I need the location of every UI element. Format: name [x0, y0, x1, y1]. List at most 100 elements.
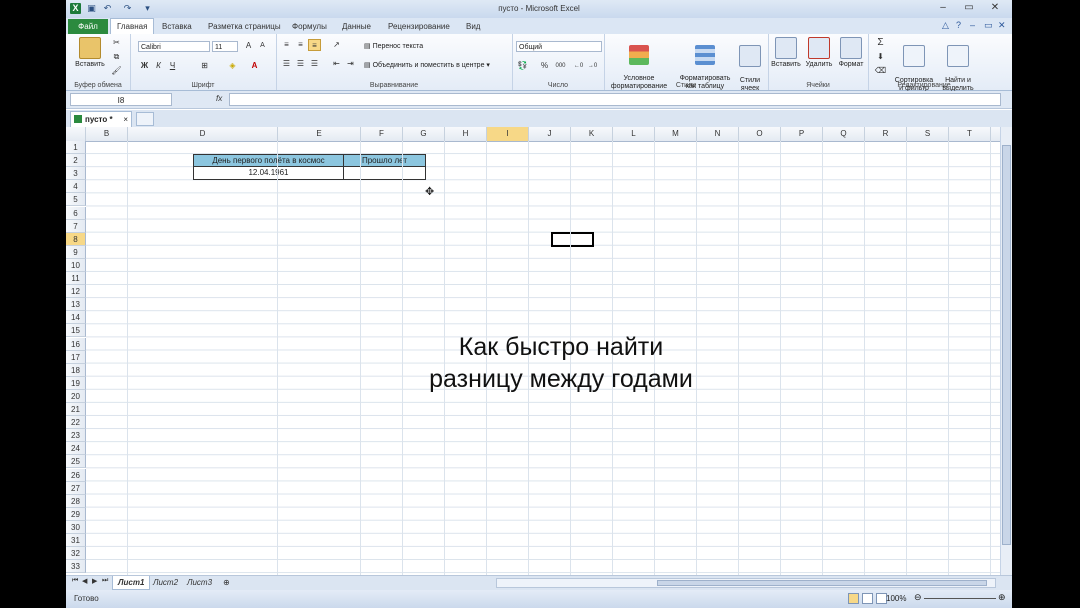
insert-sheet-icon[interactable]: ⊕ [218, 576, 235, 589]
currency-icon[interactable]: 💱 [516, 60, 529, 72]
decrease-decimal-icon[interactable]: →0 [586, 60, 599, 72]
row-header-19[interactable]: 19 [66, 376, 86, 390]
row-header-6[interactable]: 6 [66, 206, 86, 220]
zoom-out-icon[interactable]: ⊖ [914, 592, 922, 603]
align-left-icon[interactable]: ☰ [280, 58, 293, 70]
delete-cells-button[interactable]: Удалить [804, 37, 834, 69]
row-header-25[interactable]: 25 [66, 455, 86, 469]
thousands-button[interactable]: 000 [554, 60, 567, 72]
zoom-in-icon[interactable]: ⊕ [998, 592, 1006, 603]
normal-view-icon[interactable] [848, 593, 859, 604]
sheet-tab-3[interactable]: Лист3 [182, 576, 217, 589]
minimize-icon[interactable]: – [930, 0, 956, 16]
name-box[interactable]: I8 [70, 93, 172, 106]
new-workbook-tab[interactable] [136, 112, 154, 126]
autosum-button[interactable]: Σ [874, 37, 887, 49]
tab-page-layout[interactable]: Разметка страницы [208, 19, 281, 34]
column-header-l[interactable]: L [613, 127, 655, 141]
row-header-33[interactable]: 33 [66, 560, 86, 574]
row-header-23[interactable]: 23 [66, 429, 86, 443]
column-header-d[interactable]: D [128, 127, 278, 141]
tab-file[interactable]: Файл [68, 19, 108, 34]
row-header-26[interactable]: 26 [66, 468, 86, 482]
column-header-q[interactable]: Q [823, 127, 865, 141]
column-header-j[interactable]: J [529, 127, 571, 141]
row-header-10[interactable]: 10 [66, 258, 86, 272]
workbook-close-icon[interactable]: × [123, 112, 128, 127]
row-header-3[interactable]: 3 [66, 167, 86, 181]
vertical-scrollbar[interactable] [1000, 127, 1012, 575]
column-header-m[interactable]: M [655, 127, 697, 141]
vertical-scroll-thumb[interactable] [1002, 145, 1011, 545]
row-header-13[interactable]: 13 [66, 298, 86, 312]
column-header-f[interactable]: F [361, 127, 403, 141]
column-header-p[interactable]: P [781, 127, 823, 141]
row-header-22[interactable]: 22 [66, 416, 86, 430]
row-header-4[interactable]: 4 [66, 180, 86, 194]
tab-formulas[interactable]: Формулы [292, 19, 327, 34]
cell-d3[interactable]: 12.04.1961 [193, 166, 344, 180]
selected-cell-i8[interactable] [551, 232, 594, 247]
column-header-i[interactable]: I [487, 127, 529, 141]
borders-icon[interactable]: ⊞ [198, 60, 211, 72]
number-format-combo[interactable]: Общий [516, 41, 602, 52]
sheet-tab-2[interactable]: Лист2 [148, 576, 183, 589]
row-header-1[interactable]: 1 [66, 141, 86, 154]
insert-cells-button[interactable]: Вставить [770, 37, 802, 69]
zoom-slider[interactable] [924, 598, 996, 599]
row-header-11[interactable]: 11 [66, 272, 86, 285]
bold-button[interactable]: Ж [138, 60, 151, 72]
align-middle-icon[interactable]: ≡ [294, 39, 307, 51]
row-header-21[interactable]: 21 [66, 403, 86, 416]
tab-data[interactable]: Данные [342, 19, 371, 34]
tab-insert[interactable]: Вставка [162, 19, 192, 34]
row-header-15[interactable]: 15 [66, 324, 86, 338]
cell-e3[interactable] [343, 166, 426, 180]
help-icon[interactable]: ? [956, 20, 961, 30]
decrease-indent-icon[interactable]: ⇤ [330, 58, 343, 70]
zoom-level[interactable]: 100% [886, 594, 906, 603]
column-header-t[interactable]: T [949, 127, 991, 141]
column-header-e[interactable]: E [278, 127, 361, 141]
insert-function-icon[interactable]: fx [216, 94, 222, 103]
column-header-k[interactable]: K [571, 127, 613, 141]
increase-indent-icon[interactable]: ⇥ [344, 58, 357, 70]
increase-decimal-icon[interactable]: ←0 [572, 60, 585, 72]
row-header-28[interactable]: 28 [66, 494, 86, 508]
row-header-24[interactable]: 24 [66, 442, 86, 456]
column-header-h[interactable]: H [445, 127, 487, 141]
align-bottom-icon[interactable]: ≡ [308, 39, 321, 51]
row-header-17[interactable]: 17 [66, 350, 86, 364]
horizontal-scrollbar[interactable] [496, 578, 996, 588]
doc-minimize-icon[interactable]: – [970, 20, 975, 30]
align-right-icon[interactable]: ☰ [308, 58, 321, 70]
tab-view[interactable]: Вид [466, 19, 480, 34]
wrap-text-button[interactable]: ▤ Перенос текста [364, 42, 423, 50]
font-size-combo[interactable]: 11 [212, 41, 238, 52]
row-header-7[interactable]: 7 [66, 219, 86, 233]
row-header-16[interactable]: 16 [66, 337, 86, 351]
tab-review[interactable]: Рецензирование [388, 19, 450, 34]
doc-close-icon[interactable]: ✕ [998, 20, 1006, 31]
row-header-14[interactable]: 14 [66, 311, 86, 325]
close-icon[interactable]: ✕ [982, 0, 1008, 16]
row-header-32[interactable]: 32 [66, 547, 86, 561]
column-header-g[interactable]: G [403, 127, 445, 141]
row-header-18[interactable]: 18 [66, 363, 86, 377]
formula-input[interactable] [229, 93, 1001, 106]
row-header-29[interactable]: 29 [66, 507, 86, 521]
row-header-5[interactable]: 5 [66, 193, 86, 207]
fill-color-icon[interactable]: ◈ [226, 60, 239, 72]
tab-home[interactable]: Главная [110, 18, 155, 35]
page-layout-view-icon[interactable] [862, 593, 873, 604]
row-header-9[interactable]: 9 [66, 245, 86, 259]
doc-restore-icon[interactable]: ▭ [984, 20, 993, 31]
sheet-tab-1[interactable]: Лист1 [112, 576, 151, 590]
merge-center-button[interactable]: ▤ Объединить и поместить в центре ▾ [364, 61, 490, 69]
column-header-b[interactable]: B [86, 127, 128, 141]
row-header-8[interactable]: 8 [66, 232, 86, 246]
percent-button[interactable]: % [538, 60, 551, 72]
copy-icon[interactable]: ⧉ [110, 51, 123, 63]
cut-icon[interactable]: ✂ [110, 37, 123, 49]
column-header-r[interactable]: R [865, 127, 907, 141]
